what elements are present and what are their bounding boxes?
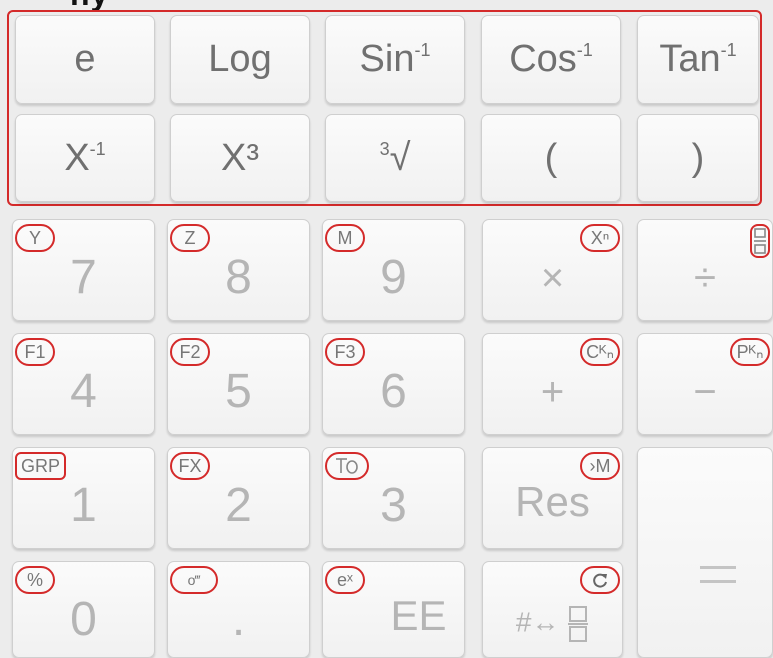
res-label: Res [515,478,590,525]
log-button-label: Log [208,38,272,80]
secondary-store-memory-label: ›M [580,452,620,480]
arccos-button[interactable]: Cos-1 [481,15,621,104]
equals-sign-bottom [700,580,736,583]
secondary-f1-label: F1 [15,338,55,366]
key-9[interactable]: M 9 [322,219,465,321]
equals-button[interactable] [637,447,773,658]
key-8[interactable]: Z 8 [167,219,310,321]
key-6-label: 6 [380,365,407,418]
fraction-box-icon [568,606,589,642]
secondary-degrees-label: o‴ [170,566,218,594]
arccos-superscript: -1 [576,40,593,60]
key-6[interactable]: F3 6 [322,333,465,435]
secondary-power-label: Xⁿ [580,224,620,252]
plus-button[interactable]: Cᴷₙ + [482,333,623,435]
key-1-label: 1 [70,479,97,532]
arctan-button[interactable]: Tan-1 [637,15,759,104]
to-fraction-icon [325,452,369,480]
fraction-icon [750,224,770,258]
app-title: ny [70,0,109,10]
minus-button[interactable]: Pᴷₙ − [637,333,773,435]
close-paren-label: ) [691,137,705,179]
key-4[interactable]: F1 4 [12,333,155,435]
fraction-toggle-button[interactable]: #↔ [482,561,623,658]
key-4-label: 4 [70,365,97,418]
log-button[interactable]: Log [170,15,310,104]
minus-label: − [693,370,717,414]
key-0-label: 0 [70,593,97,646]
reciprocal-button[interactable]: X-1 [15,114,155,202]
arcsin-button[interactable]: Sin-1 [325,15,465,104]
secondary-f3-label: F3 [325,338,365,366]
reciprocal-label: X [64,137,90,179]
divide-button[interactable]: ÷ [637,219,773,321]
key-3[interactable]: 3 [322,447,465,549]
key-0[interactable]: % 0 [12,561,155,658]
secondary-z-label: Z [170,224,210,252]
key-1[interactable]: GRP 1 [12,447,155,549]
secondary-m-label: M [325,224,365,252]
secondary-fx-label: FX [170,452,210,480]
e-button-label: e [74,38,96,80]
key-2-label: 2 [225,479,252,532]
key-5-label: 5 [225,365,252,418]
title-bar: ny [0,0,773,10]
res-button[interactable]: ›M Res [482,447,623,549]
cube-root-index: 3 [379,139,390,159]
ee-button[interactable]: eˣ EE [322,561,465,658]
multiply-label: × [540,256,565,300]
key-2[interactable]: FX 2 [167,447,310,549]
arcsin-label: Sin [359,38,415,80]
key-3-label: 3 [380,479,407,532]
close-paren-button[interactable]: ) [637,114,759,202]
cube-button[interactable]: X³ [170,114,310,202]
ee-label: EE [390,592,447,639]
key-7[interactable]: Y 7 [12,219,155,321]
fraction-toggle-label: #↔ [515,606,560,638]
secondary-combination-label: Cᴷₙ [580,338,620,366]
arctan-label: Tan [659,38,721,80]
secondary-y-label: Y [15,224,55,252]
decimal-point-button[interactable]: o‴ . [167,561,310,658]
key-5[interactable]: F2 5 [167,333,310,435]
e-button[interactable]: e [15,15,155,104]
open-paren-label: ( [544,137,558,179]
cube-root-button[interactable]: 3√ [325,114,465,202]
arccos-label: Cos [509,38,577,80]
equals-sign-top [700,566,736,569]
secondary-permutation-label: Pᴷₙ [730,338,770,366]
cube-label: X³ [221,137,259,179]
key-7-label: 7 [70,251,97,304]
arctan-superscript: -1 [720,40,737,60]
arcsin-superscript: -1 [414,40,431,60]
open-paren-button[interactable]: ( [481,114,621,202]
secondary-percent-label: % [15,566,55,594]
secondary-grp-label: GRP [15,452,67,480]
plus-label: + [540,370,565,414]
key-9-label: 9 [380,251,407,304]
divide-label: ÷ [694,256,716,300]
cube-root-label: √ [389,137,411,179]
key-8-label: 8 [225,251,252,304]
decimal-point-label: . [231,593,246,646]
refresh-icon [580,566,620,594]
multiply-button[interactable]: Xⁿ × [482,219,623,321]
secondary-f2-label: F2 [170,338,210,366]
reciprocal-superscript: -1 [89,139,106,159]
secondary-exp-label: eˣ [325,566,365,594]
